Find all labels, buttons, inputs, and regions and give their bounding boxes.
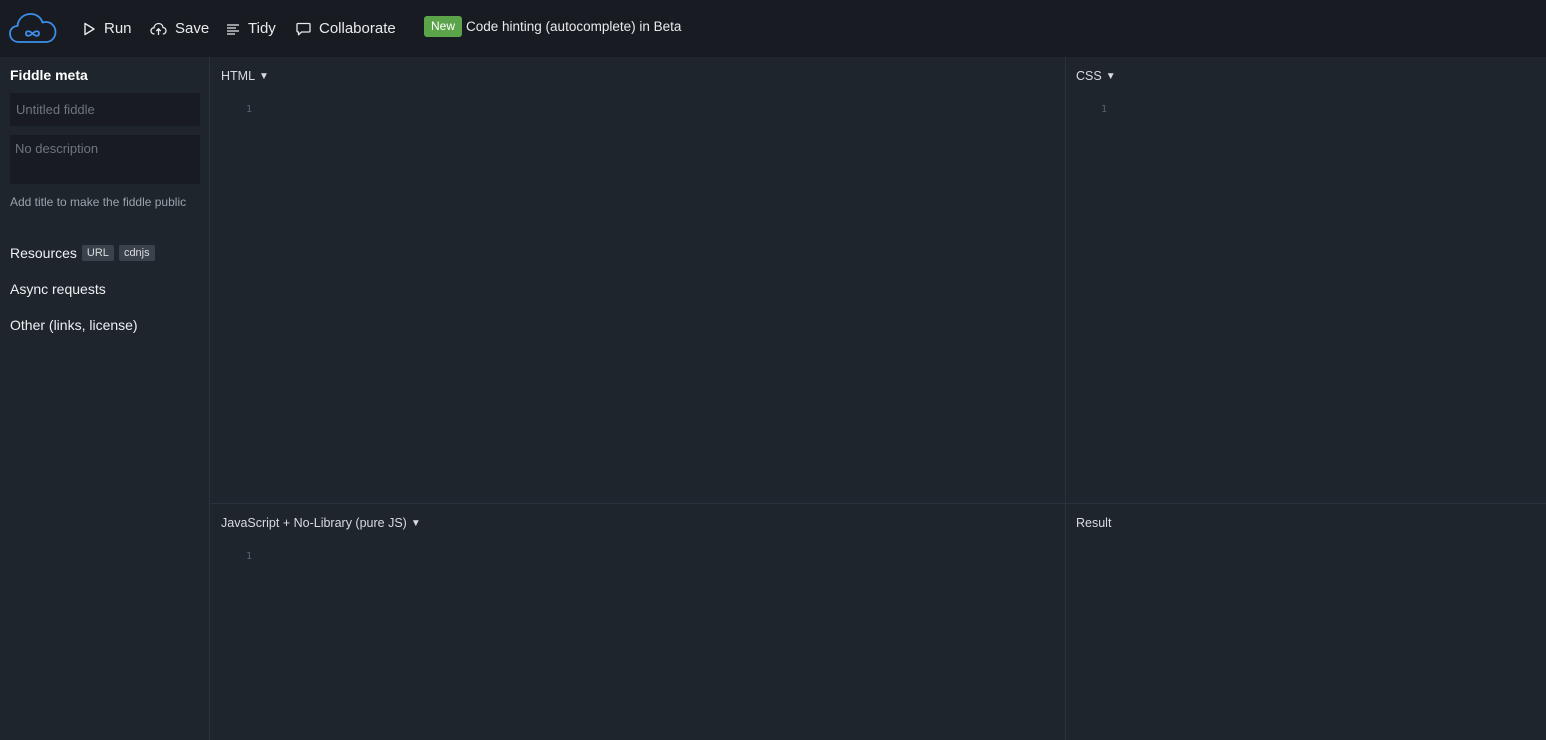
fiddle-meta-heading: Fiddle meta	[10, 67, 88, 83]
result-pane: Result	[1066, 504, 1546, 740]
css-pane-header[interactable]: CSS ▼	[1076, 69, 1116, 83]
save-label: Save	[175, 20, 210, 37]
jsfiddle-logo-icon[interactable]	[9, 11, 57, 45]
css-pane-label: CSS	[1076, 69, 1102, 83]
run-button[interactable]: Run	[82, 0, 132, 57]
vertical-splitter[interactable]	[1065, 57, 1066, 740]
js-pane-header[interactable]: JavaScript + No-Library (pure JS) ▼	[221, 516, 421, 530]
other-label: Other (links, license)	[10, 317, 138, 333]
html-pane-header[interactable]: HTML ▼	[221, 69, 269, 83]
run-label: Run	[104, 20, 132, 37]
async-requests-section[interactable]: Async requests	[10, 281, 106, 297]
sidebar: Fiddle meta Add title to make the fiddle…	[0, 57, 210, 740]
fiddle-description-input[interactable]	[10, 135, 200, 184]
html-pane-label: HTML	[221, 69, 256, 83]
html-line-number: 1	[245, 104, 252, 115]
tidy-button[interactable]: Tidy	[226, 0, 276, 57]
html-pane[interactable]: HTML ▼ 1	[211, 57, 1065, 503]
announcement-text[interactable]: Code hinting (autocomplete) in Beta	[466, 0, 681, 57]
play-icon	[84, 22, 95, 35]
fiddle-title-input[interactable]	[10, 93, 200, 126]
new-badge: New	[424, 16, 463, 37]
css-line-number: 1	[1100, 104, 1107, 115]
result-pane-label: Result	[1076, 516, 1112, 530]
result-pane-header: Result	[1076, 516, 1111, 530]
chat-bubble-icon	[296, 22, 311, 35]
resources-section[interactable]: Resources URL cdnjs	[10, 245, 155, 261]
collaborate-button[interactable]: Collaborate	[296, 0, 396, 57]
collaborate-label: Collaborate	[319, 20, 396, 37]
js-pane[interactable]: JavaScript + No-Library (pure JS) ▼ 1	[211, 504, 1065, 740]
caret-down-icon: ▼	[259, 70, 269, 82]
js-line-number: 1	[245, 551, 252, 562]
horizontal-splitter[interactable]	[211, 503, 1546, 504]
css-pane[interactable]: CSS ▼ 1	[1066, 57, 1546, 503]
align-left-icon	[227, 23, 239, 35]
caret-down-icon: ▼	[410, 517, 421, 529]
caret-down-icon: ▼	[1105, 70, 1116, 82]
top-toolbar: Run Save Tidy Collaborate New Code hinti…	[0, 0, 1546, 57]
public-hint: Add title to make the fiddle public	[10, 195, 187, 209]
save-button[interactable]: Save	[150, 0, 209, 57]
tidy-label: Tidy	[248, 20, 276, 37]
resources-url-chip[interactable]: URL	[81, 245, 114, 261]
js-pane-label: JavaScript + No-Library (pure JS)	[221, 516, 407, 530]
cloud-upload-icon	[150, 22, 167, 35]
async-requests-label: Async requests	[10, 281, 106, 297]
other-section[interactable]: Other (links, license)	[10, 317, 138, 333]
resources-label: Resources	[10, 245, 77, 261]
resources-cdnjs-chip[interactable]: cdnjs	[118, 245, 155, 261]
